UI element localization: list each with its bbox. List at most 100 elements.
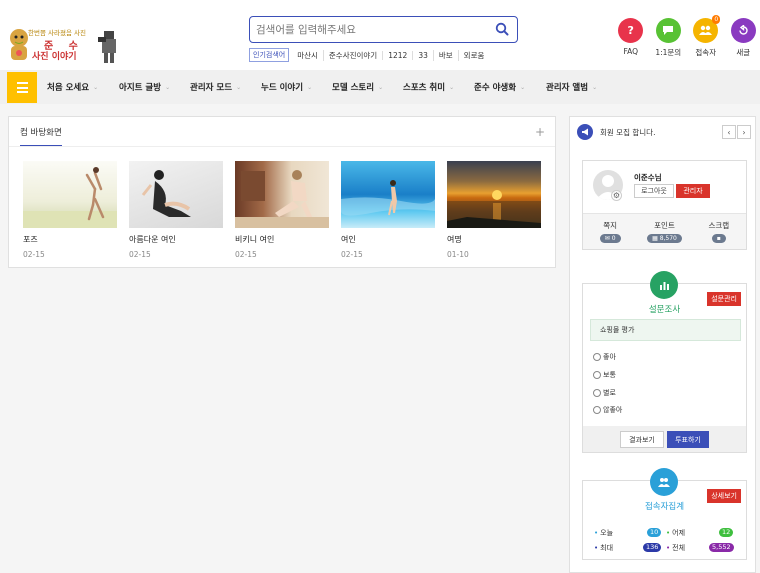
question-icon: ? <box>618 18 644 43</box>
visitors-label: 접속자 <box>695 48 717 57</box>
site-header: 한번쯤 사라졌음 사진 준 수 사진 이야기 인기검색어 마산시 준수사진이야기… <box>0 0 760 70</box>
visit-row-total: • 전체 <box>666 544 686 552</box>
bar-chart-icon <box>650 271 678 299</box>
plus-icon[interactable]: + <box>535 125 545 139</box>
poll-option[interactable]: 않좋아 <box>593 405 622 415</box>
visit-badge: 12 <box>719 528 734 537</box>
nav-label: 준수 야생화 <box>474 83 517 93</box>
gallery-item[interactable]: 아름다운 여인 02-15 <box>129 161 223 259</box>
radio-button[interactable] <box>593 371 601 379</box>
poll-option[interactable]: 좋아 <box>593 352 616 362</box>
gallery-date: 02-15 <box>341 250 363 259</box>
inquiry-button[interactable]: 1:1문의 <box>650 18 688 58</box>
keyword-link[interactable]: 33 <box>412 50 433 60</box>
stat-points[interactable]: 포인트 ▦ 8,570 <box>637 214 691 249</box>
site-logo[interactable]: 한번쯤 사라졌음 사진 준 수 사진 이야기 <box>6 24 124 64</box>
visitor-detail-button[interactable]: 상세보기 <box>707 489 741 503</box>
nav-item[interactable]: 관리자 모드 ⌄ <box>190 81 261 93</box>
poll-box: 설문조사 설문관리 쇼핑몰 평가 좋아 보통 별로 않좋아 결과보기 투표하기 <box>582 271 747 453</box>
nav-item[interactable]: 처음 오세요 ⌄ <box>47 81 119 93</box>
poll-option-label: 보통 <box>603 371 616 379</box>
visitor-box: 접속자집계 상세보기 • 오늘 10 • 어제 12 • 최대 136 • 전체 5,5… <box>582 468 747 560</box>
faq-button[interactable]: ? FAQ <box>612 18 650 58</box>
poll-admin-button[interactable]: 설문관리 <box>707 292 741 306</box>
tab-wallpaper[interactable]: 컴 바탕화면 <box>20 126 62 147</box>
nav-label: 관리자 모드 <box>190 83 233 93</box>
gallery-date: 02-15 <box>235 250 257 259</box>
vote-button[interactable]: 투표하기 <box>667 431 709 448</box>
stat-value: 8,570 <box>659 235 677 242</box>
chevron-down-icon: ⌄ <box>165 83 171 91</box>
member-box: ⚙ 이준수님 로그아웃 관리자 쪽지 ✉ 0 포인트 ▦ 8,570 스크랩 ▪ <box>582 160 747 250</box>
poll-question: 쇼핑몰 평가 <box>590 319 741 341</box>
chevron-down-icon: ⌄ <box>236 83 242 91</box>
visit-label: 어제 <box>672 529 686 537</box>
search-input[interactable] <box>256 21 486 38</box>
gallery-item[interactable]: 여명 01-10 <box>447 161 541 259</box>
keyword-link[interactable]: 준수사진이야기 <box>322 49 382 61</box>
search-box <box>249 16 518 43</box>
gallery-title: 비키니 여인 <box>235 235 275 244</box>
nav-label: 아지트 글방 <box>119 83 162 93</box>
popular-keywords: 인기검색어 마산시 준수사진이야기 1212 33 바보 외로움 <box>249 48 489 62</box>
keyword-link[interactable]: 마산시 <box>295 50 323 61</box>
username: 이준수님 <box>634 173 662 182</box>
radio-button[interactable] <box>593 389 601 397</box>
quick-menu: ? FAQ 1:1문의 0 접속자 새글 <box>612 15 760 58</box>
new-posts-button[interactable]: 새글 <box>725 18 760 58</box>
nav-item[interactable]: 관리자 앨범 ⌄ <box>546 81 597 93</box>
visitors-button[interactable]: 0 접속자 <box>687 15 725 58</box>
poll-option[interactable]: 보통 <box>593 370 616 380</box>
visit-label: 최대 <box>600 544 614 552</box>
new-posts-label: 새글 <box>736 48 751 57</box>
admin-button[interactable]: 관리자 <box>676 184 710 198</box>
next-arrow-icon[interactable]: › <box>737 125 751 139</box>
chat-icon <box>655 18 681 43</box>
gallery-date: 01-10 <box>447 250 469 259</box>
keyword-link[interactable]: 1212 <box>382 50 412 60</box>
search-icon[interactable] <box>495 22 509 36</box>
chevron-down-icon: ⌄ <box>449 83 455 91</box>
logout-button[interactable]: 로그아웃 <box>634 184 674 198</box>
visit-row-max: • 최대 <box>594 544 614 552</box>
keyword-link[interactable]: 외로움 <box>457 49 490 61</box>
notice-text[interactable]: 회원 모집 합니다. <box>600 127 655 138</box>
gallery-item[interactable]: 비키니 여인 02-15 <box>235 161 329 259</box>
nav-item[interactable]: 스포츠 취미 ⌄ <box>403 81 474 93</box>
stat-scrap[interactable]: 스크랩 ▪ <box>692 214 746 249</box>
thumbnail-image <box>129 161 223 228</box>
poll-footer: 결과보기 투표하기 <box>583 426 746 452</box>
logo-subtitle: 사진 이야기 <box>32 52 77 62</box>
gear-icon[interactable]: ⚙ <box>611 190 622 201</box>
megaphone-icon <box>577 124 593 140</box>
hamburger-menu-button[interactable] <box>7 72 37 103</box>
gallery-item[interactable]: 포즈 02-15 <box>23 161 117 259</box>
view-results-button[interactable]: 결과보기 <box>620 431 664 448</box>
notice-bar: 회원 모집 합니다. ‹ › <box>570 117 755 147</box>
gallery-item[interactable]: 여인 02-15 <box>341 161 435 259</box>
thumbnail-image <box>341 161 435 228</box>
chevron-down-icon: ⌄ <box>592 83 598 91</box>
nav-item[interactable]: 아지트 글방 ⌄ <box>119 81 190 93</box>
poll-option[interactable]: 별로 <box>593 388 616 398</box>
keyword-link[interactable]: 바보 <box>432 49 458 61</box>
main-nav: 처음 오세요 ⌄ 아지트 글방 ⌄ 관리자 모드 ⌄ 누드 이야기 ⌄ 모델 스토리 ⌄ … <box>0 70 760 104</box>
visit-row-today: • 오늘 <box>594 529 614 537</box>
pin-icon: ▪ <box>711 234 726 243</box>
stat-value: 0 <box>611 235 616 242</box>
stat-messages[interactable]: 쪽지 ✉ 0 <box>583 214 637 249</box>
prev-arrow-icon[interactable]: ‹ <box>722 125 736 139</box>
radio-button[interactable] <box>593 406 601 414</box>
users-icon: 0 <box>693 15 721 43</box>
nav-label: 누드 이야기 <box>261 83 304 93</box>
camera-man-icon <box>98 31 116 63</box>
nav-item[interactable]: 준수 야생화 ⌄ <box>474 81 546 93</box>
nav-item[interactable]: 모델 스토리 ⌄ <box>332 81 403 93</box>
radio-button[interactable] <box>593 353 601 361</box>
gallery-date: 02-15 <box>23 250 45 259</box>
refresh-icon <box>730 18 756 43</box>
visitor-count-badge: 0 <box>712 15 721 24</box>
nav-label: 스포츠 취미 <box>403 83 446 93</box>
stat-label: 쪽지 <box>603 221 618 230</box>
nav-item[interactable]: 누드 이야기 ⌄ <box>261 81 332 93</box>
